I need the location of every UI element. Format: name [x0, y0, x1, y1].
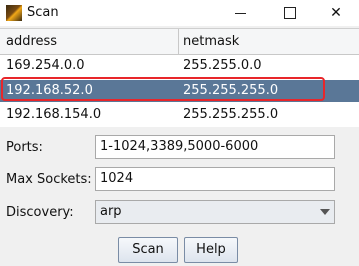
table-row[interactable]: 169.254.0.0 255.255.0.0 [0, 55, 359, 77]
column-header-netmask[interactable]: netmask [183, 29, 239, 54]
close-icon: ✕ [330, 5, 342, 21]
discovery-label: Discovery: [6, 205, 74, 220]
selection-highlight-box [1, 77, 325, 101]
column-header-address[interactable]: address [6, 29, 57, 54]
ports-input[interactable]: 1-1024,3389,5000-6000 [95, 135, 335, 159]
scan-button[interactable]: Scan [118, 237, 178, 263]
max-sockets-label: Max Sockets: [6, 172, 92, 187]
column-divider[interactable] [178, 29, 179, 54]
max-sockets-input[interactable]: 1024 [95, 167, 335, 191]
maximize-button[interactable] [270, 0, 310, 26]
window-title: Scan [27, 5, 59, 20]
chevron-down-icon[interactable] [320, 209, 330, 215]
address-cell: 192.168.154.0 [6, 107, 102, 122]
table-row[interactable]: 192.168.154.0 255.255.255.0 [0, 104, 359, 126]
maximize-icon [284, 7, 296, 19]
table-header: address netmask [0, 29, 359, 55]
help-button[interactable]: Help [184, 237, 238, 263]
discovery-select[interactable]: arp [95, 200, 335, 224]
discovery-value: arp [100, 204, 122, 219]
close-button[interactable]: ✕ [316, 0, 356, 26]
app-icon [6, 5, 22, 21]
title-bar: Scan ✕ [0, 0, 359, 26]
ports-label: Ports: [6, 140, 43, 155]
address-cell: 169.254.0.0 [6, 58, 85, 73]
minimize-icon [234, 12, 246, 14]
minimize-button[interactable] [220, 0, 260, 26]
netmask-cell: 255.255.255.0 [183, 107, 279, 122]
netmask-cell: 255.255.0.0 [183, 58, 262, 73]
